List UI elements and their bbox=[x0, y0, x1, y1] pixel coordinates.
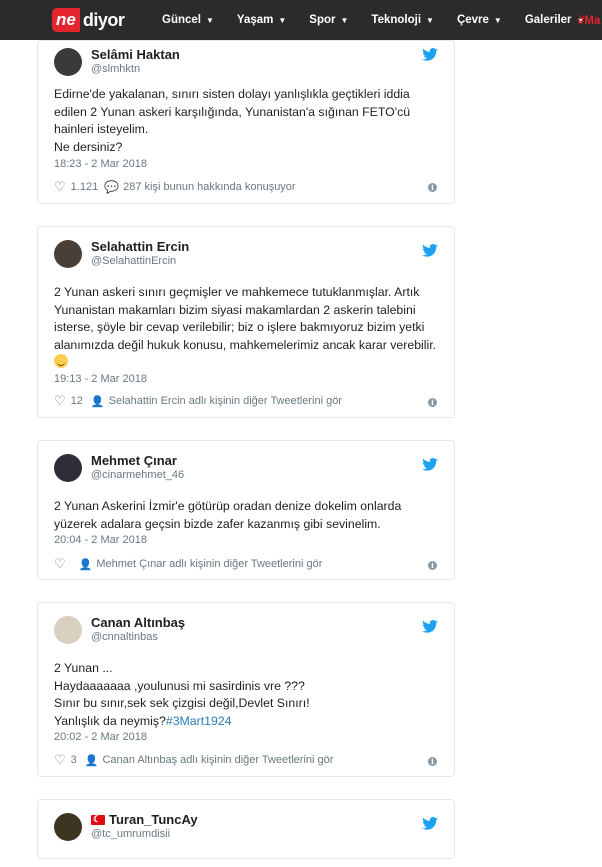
tweet-author-name: Turan_TuncAy bbox=[109, 812, 198, 827]
nav-item-cevre[interactable]: Çevre ▼ bbox=[457, 14, 502, 26]
person-icon[interactable]: 👤 bbox=[85, 754, 99, 767]
tweet-author-name[interactable]: Canan Altınbaş bbox=[91, 615, 185, 630]
like-count: 12 bbox=[70, 395, 83, 407]
tweet-author-name[interactable]: Selâmi Haktan bbox=[91, 47, 180, 62]
info-icon[interactable]: i bbox=[428, 757, 437, 766]
site-logo[interactable]: ne diyor bbox=[52, 6, 125, 34]
chevron-down-icon: ▼ bbox=[426, 15, 434, 25]
tweet-text: 2 Yunan Askerini İzmir'e götürüp oradan … bbox=[54, 499, 402, 531]
tweet-author-name[interactable]: Selahattin Ercin bbox=[91, 239, 189, 254]
tweet-timestamp[interactable]: 18:23 - 2 Mar 2018 bbox=[54, 158, 147, 170]
twitter-bird-icon[interactable] bbox=[422, 244, 438, 257]
twitter-bird-icon[interactable] bbox=[422, 458, 438, 471]
info-icon[interactable]: i bbox=[428, 183, 437, 192]
logo-ne: ne bbox=[52, 8, 80, 32]
tweet-actions: ♡ 👤 Mehmet Çınar adlı kişinin diğer Twee… bbox=[54, 556, 322, 572]
logo-diyor: diyor bbox=[82, 9, 125, 30]
tweet-text-wrap: 2 Yunan askeri sınırı geçmişler ve mahke… bbox=[54, 284, 444, 372]
tweet-author-name[interactable]: Mehmet Çınar bbox=[91, 453, 184, 468]
tweet-author-handle[interactable]: @SelahattinErcin bbox=[91, 254, 189, 268]
tweet-card: Selâmi Haktan @slmhktn Edirne'de yakalan… bbox=[37, 40, 455, 204]
main-nav: Güncel ▼ Yaşam ▼ Spor ▼ Teknoloji ▼ Çevre ▼ G… bbox=[162, 0, 602, 40]
nav-hashtag[interactable]: #Ma bbox=[578, 15, 600, 27]
avatar[interactable] bbox=[54, 239, 82, 268]
tweet-timestamp[interactable]: 20:04 - 2 Mar 2018 bbox=[54, 534, 147, 546]
info-icon[interactable]: i bbox=[428, 398, 437, 407]
nav-label: Yaşam bbox=[236, 14, 274, 26]
more-tweets-link[interactable]: Canan Altınbaş adlı kişinin diğer Tweetl… bbox=[102, 754, 333, 766]
tweet-timestamp[interactable]: 20:02 - 2 Mar 2018 bbox=[54, 731, 147, 743]
info-icon[interactable]: i bbox=[428, 561, 437, 570]
more-tweets-link[interactable]: Selahattin Ercin adlı kişinin diğer Twee… bbox=[109, 395, 342, 407]
heart-icon[interactable]: ♡ bbox=[54, 179, 66, 195]
person-icon[interactable]: 👤 bbox=[79, 558, 93, 571]
tweet-actions: ♡ 3 👤 Canan Altınbaş adlı kişinin diğer … bbox=[54, 752, 333, 768]
heart-icon[interactable]: ♡ bbox=[54, 393, 66, 409]
tweet-timestamp[interactable]: 19:13 - 2 Mar 2018 bbox=[54, 373, 147, 385]
heart-icon[interactable]: ♡ bbox=[54, 556, 66, 572]
avatar[interactable] bbox=[54, 47, 82, 76]
nav-item-yasam[interactable]: Yaşam ▼ bbox=[237, 14, 286, 26]
like-count: 3 bbox=[70, 754, 77, 766]
heart-icon[interactable]: ♡ bbox=[54, 752, 66, 768]
avatar[interactable] bbox=[54, 453, 82, 482]
person-icon[interactable]: 👤 bbox=[91, 395, 105, 408]
nav-label: Galeriler bbox=[524, 14, 572, 26]
smiling-face-emoji-icon bbox=[54, 354, 68, 368]
tweet-author-handle[interactable]: @slmhktn bbox=[91, 62, 180, 76]
tweet-text: 2 Yunan askeri sınırı geçmişler ve mahke… bbox=[54, 285, 437, 352]
nav-label: Teknoloji bbox=[371, 14, 422, 26]
chevron-down-icon: ▼ bbox=[278, 15, 287, 25]
chevron-down-icon: ▼ bbox=[205, 15, 214, 25]
nav-item-teknoloji[interactable]: Teknoloji ▼ bbox=[371, 14, 434, 26]
like-count: 1.121 bbox=[70, 181, 99, 193]
tweet-actions: ♡ 12 👤 Selahattin Ercin adlı kişinin diğ… bbox=[54, 393, 342, 409]
tweet-card: Selahattin Ercin @SelahattinErcin 2 Yuna… bbox=[37, 226, 455, 418]
turkey-flag-icon bbox=[91, 812, 105, 827]
nav-label: Spor bbox=[309, 14, 336, 26]
conversation-link[interactable]: 287 kişi bunun hakkında konuşuyor bbox=[123, 181, 295, 193]
more-tweets-link[interactable]: Mehmet Çınar adlı kişinin diğer Tweetler… bbox=[96, 558, 322, 570]
avatar[interactable] bbox=[54, 615, 82, 644]
nav-label: Güncel bbox=[162, 14, 201, 26]
tweet-author-handle[interactable]: @cnnaltinbas bbox=[91, 630, 185, 644]
nav-label: Çevre bbox=[456, 14, 489, 26]
comment-icon[interactable]: 💬 bbox=[104, 180, 119, 194]
tweet-author-name-wrap[interactable]: Turan_TuncAy bbox=[91, 812, 198, 827]
tweet-text: Edirne'de yakalanan, sınırı sisten dolay… bbox=[54, 87, 411, 154]
top-navbar: ne diyor Güncel ▼ Yaşam ▼ Spor ▼ Teknoloji ▼… bbox=[0, 0, 602, 40]
nav-item-spor[interactable]: Spor ▼ bbox=[309, 14, 348, 26]
twitter-bird-icon[interactable] bbox=[422, 817, 438, 830]
tweet-actions: ♡ 1.121 💬 287 kişi bunun hakkında konuşu… bbox=[54, 179, 296, 195]
hashtag-link[interactable]: #3Mart1924 bbox=[166, 714, 232, 728]
nav-item-guncel[interactable]: Güncel ▼ bbox=[162, 14, 214, 26]
nav-item-galeriler[interactable]: Galeriler ▼ bbox=[525, 14, 585, 26]
twitter-bird-icon[interactable] bbox=[422, 48, 438, 61]
tweet-card: Turan_TuncAy @tc_umrumdisii bbox=[37, 799, 455, 859]
tweet-text-wrap: 2 Yunan ... Haydaaaaaaa ,youlunusi mi sa… bbox=[54, 660, 444, 730]
avatar[interactable] bbox=[54, 812, 82, 841]
chevron-down-icon: ▼ bbox=[493, 15, 502, 25]
tweet-author-handle[interactable]: @tc_umrumdisii bbox=[91, 827, 198, 841]
tweet-author-handle[interactable]: @cinarmehmet_46 bbox=[91, 468, 184, 482]
tweet-card: Mehmet Çınar @cinarmehmet_46 2 Yunan Ask… bbox=[37, 440, 455, 580]
tweet-card: Canan Altınbaş @cnnaltinbas 2 Yunan ... … bbox=[37, 602, 455, 777]
twitter-bird-icon[interactable] bbox=[422, 620, 438, 633]
chevron-down-icon: ▼ bbox=[340, 15, 349, 25]
